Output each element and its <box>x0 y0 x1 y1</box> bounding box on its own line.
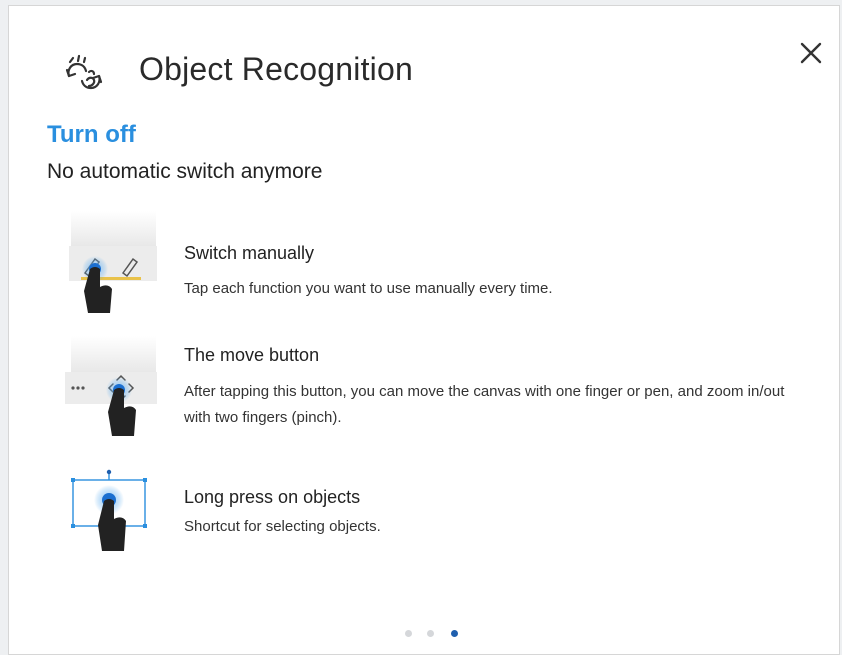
object-recognition-icon <box>65 54 103 90</box>
status-description: No automatic switch anymore <box>47 160 323 183</box>
close-icon[interactable] <box>797 39 825 67</box>
long-press-illustration <box>71 469 147 551</box>
move-button-illustration <box>65 336 157 436</box>
switch-manually-illustration <box>69 211 157 313</box>
dialog-title: Object Recognition <box>139 51 413 87</box>
status-title: Turn off <box>47 121 136 148</box>
item-title: The move button <box>184 345 320 365</box>
object-recognition-dialog: Object Recognition Turn off No automatic… <box>8 5 840 655</box>
item-description: After tapping this button, you can move … <box>184 383 785 426</box>
page-dot-1[interactable] <box>405 630 412 637</box>
page-dot-2[interactable] <box>427 630 434 637</box>
item-title: Long press on objects <box>184 487 361 507</box>
item-description: Shortcut for selecting objects. <box>184 518 381 535</box>
item-description: Tap each function you want to use manual… <box>184 280 553 297</box>
item-title: Switch manually <box>184 243 315 263</box>
pagination-dots <box>399 630 459 640</box>
page-dot-3[interactable] <box>451 630 458 637</box>
